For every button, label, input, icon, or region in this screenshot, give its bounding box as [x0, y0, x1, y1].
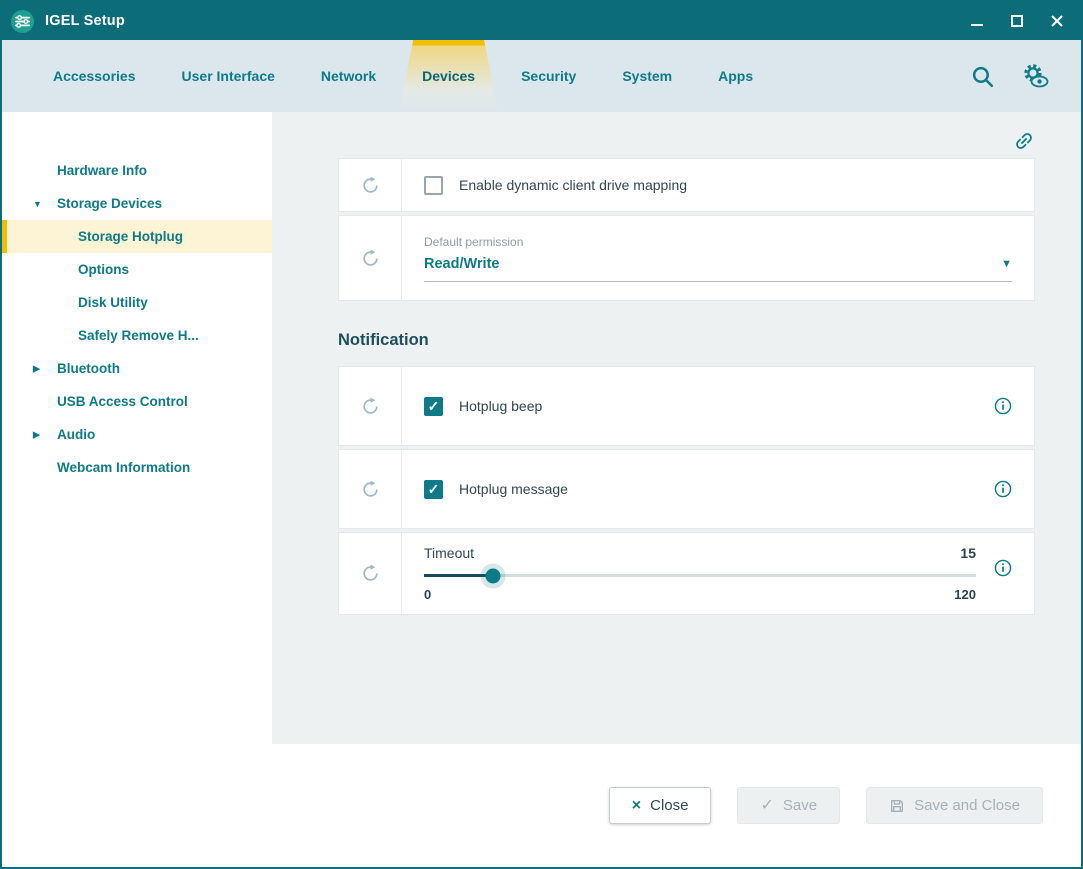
sidebar-item-storage-devices[interactable]: Storage Devices [2, 187, 272, 220]
tab-label: Network [321, 68, 376, 84]
reset-parameter-icon[interactable] [339, 367, 402, 445]
sidebar-item-label: Options [78, 262, 129, 277]
setting-row-default-permission: Default permission Read/Write ▼ [338, 215, 1035, 301]
reset-parameter-icon[interactable] [339, 216, 402, 300]
tab-apps[interactable]: Apps [695, 40, 776, 112]
timeout-slider-track[interactable] [424, 574, 976, 577]
sidebar-item-label: USB Access Control [57, 394, 188, 409]
sidebar-item-bluetooth[interactable]: Bluetooth [2, 352, 272, 385]
sidebar: Hardware Info Storage Devices Storage Ho… [2, 112, 272, 744]
save-and-close-button-label: Save and Close [914, 797, 1020, 814]
reset-parameter-icon[interactable] [339, 533, 402, 614]
window-title: IGEL Setup [45, 13, 125, 29]
tab-user-interface[interactable]: User Interface [159, 40, 298, 112]
collapsed-arrow-icon[interactable] [33, 429, 40, 440]
timeout-label: Timeout [424, 545, 474, 561]
gear-eye-icon[interactable] [1021, 63, 1049, 89]
tab-devices[interactable]: Devices [399, 40, 498, 112]
minimize-button[interactable] [969, 13, 985, 29]
tab-label: System [622, 68, 672, 84]
default-permission-value: Read/Write [424, 256, 499, 272]
close-button[interactable]: × Close [609, 787, 712, 824]
footer-button-bar: × Close ✓ Save Save and Close [2, 744, 1081, 867]
igel-setup-window: IGEL Setup Accessories User Interface Ne… [0, 0, 1083, 869]
expanded-arrow-icon[interactable] [33, 199, 42, 209]
save-button-label: Save [783, 797, 817, 814]
default-permission-label: Default permission [424, 235, 1012, 249]
sidebar-item-hardware-info[interactable]: Hardware Info [2, 154, 272, 187]
check-icon: ✓ [760, 798, 773, 814]
tab-label: User Interface [182, 68, 275, 84]
sidebar-item-storage-hotplug[interactable]: Storage Hotplug [2, 220, 272, 253]
drive-mapping-checkbox[interactable] [424, 176, 443, 195]
hotplug-message-checkbox[interactable] [424, 480, 443, 499]
search-icon[interactable] [970, 64, 995, 89]
reset-parameter-icon[interactable] [339, 450, 402, 528]
close-button-label: Close [650, 797, 688, 814]
sidebar-item-label: Storage Hotplug [78, 229, 183, 244]
sidebar-item-label: Disk Utility [78, 295, 148, 310]
timeout-max: 120 [954, 587, 976, 602]
titlebar: IGEL Setup [2, 2, 1081, 40]
sidebar-item-safely-remove[interactable]: Safely Remove H... [2, 319, 272, 352]
timeout-slider-fill [424, 574, 493, 577]
timeout-slider[interactable] [424, 566, 976, 584]
tab-label: Apps [718, 68, 753, 84]
igel-logo-icon [10, 9, 35, 34]
notification-section-title: Notification [338, 331, 1035, 350]
info-icon[interactable] [994, 480, 1012, 498]
tab-label: Devices [422, 68, 475, 84]
window-controls [969, 13, 1065, 29]
sidebar-item-label: Hardware Info [57, 163, 147, 178]
link-icon[interactable] [1008, 125, 1039, 156]
hotplug-message-label: Hotplug message [459, 481, 568, 497]
setting-row-drive-mapping: Enable dynamic client drive mapping [338, 158, 1035, 212]
info-icon[interactable] [994, 397, 1012, 415]
content-area: Hardware Info Storage Devices Storage Ho… [2, 112, 1081, 744]
collapsed-arrow-icon[interactable] [33, 363, 40, 374]
floppy-icon [889, 798, 905, 814]
sidebar-item-label: Audio [57, 427, 95, 442]
tab-label: Accessories [53, 68, 136, 84]
chevron-down-icon: ▼ [1001, 258, 1012, 270]
tab-accessories[interactable]: Accessories [30, 40, 159, 112]
close-window-button[interactable] [1049, 13, 1065, 29]
maximize-button[interactable] [1009, 13, 1025, 29]
save-button[interactable]: ✓ Save [737, 787, 840, 824]
tab-security[interactable]: Security [498, 40, 599, 112]
timeout-slider-thumb[interactable] [486, 568, 501, 583]
hotplug-beep-label: Hotplug beep [459, 398, 542, 414]
sidebar-item-label: Safely Remove H... [78, 328, 199, 343]
timeout-min: 0 [424, 587, 431, 602]
settings-panel: Enable dynamic client drive mapping Defa… [272, 112, 1081, 744]
reset-parameter-icon[interactable] [339, 159, 402, 211]
tab-label: Security [521, 68, 576, 84]
sidebar-item-label: Storage Devices [57, 196, 162, 211]
info-icon[interactable] [994, 559, 1012, 577]
sidebar-item-webcam-information[interactable]: Webcam Information [2, 451, 272, 484]
drive-mapping-label: Enable dynamic client drive mapping [459, 177, 687, 193]
sidebar-item-usb-access-control[interactable]: USB Access Control [2, 385, 272, 418]
hotplug-beep-checkbox[interactable] [424, 397, 443, 416]
default-permission-select[interactable]: Read/Write ▼ [424, 256, 1012, 282]
sidebar-item-label: Webcam Information [57, 460, 190, 475]
sidebar-item-disk-utility[interactable]: Disk Utility [2, 286, 272, 319]
main-tab-bar: Accessories User Interface Network Devic… [2, 40, 1081, 112]
setting-row-timeout: Timeout 15 0 120 [338, 532, 1035, 615]
timeout-value: 15 [960, 545, 976, 561]
setting-row-hotplug-message: Hotplug message [338, 449, 1035, 529]
sidebar-item-audio[interactable]: Audio [2, 418, 272, 451]
save-and-close-button[interactable]: Save and Close [866, 787, 1043, 824]
close-x-icon: × [632, 798, 641, 814]
tab-network[interactable]: Network [298, 40, 399, 112]
sidebar-item-label: Bluetooth [57, 361, 120, 376]
sidebar-item-options[interactable]: Options [2, 253, 272, 286]
tab-system[interactable]: System [599, 40, 695, 112]
setting-row-hotplug-beep: Hotplug beep [338, 366, 1035, 446]
